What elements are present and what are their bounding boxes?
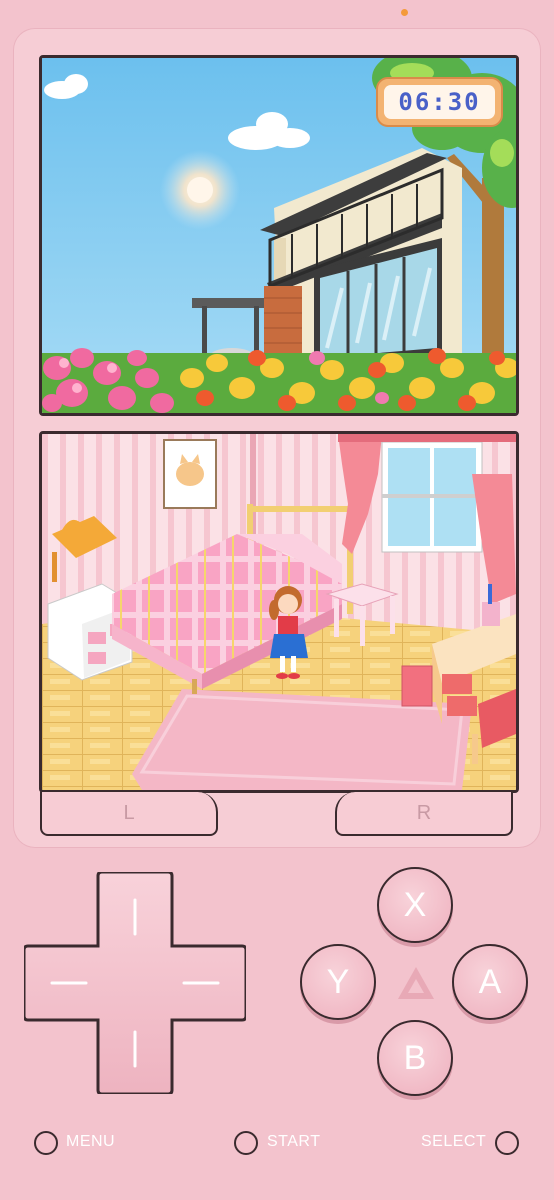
delta-logo-icon: [398, 967, 434, 999]
l-shoulder-label: L: [123, 801, 135, 824]
a-button-label: A: [478, 962, 502, 1001]
clock-time: 06:30: [384, 85, 495, 119]
dpad[interactable]: [24, 872, 246, 1094]
game-clock: 06:30: [376, 77, 503, 127]
menu-button[interactable]: [34, 1131, 58, 1155]
l-shoulder-button[interactable]: L: [40, 792, 218, 836]
menu-label: MENU: [66, 1133, 116, 1150]
bottom-game-screen[interactable]: [39, 431, 519, 793]
start-label: START: [267, 1133, 321, 1150]
select-button[interactable]: [495, 1131, 519, 1155]
bedroom-scene: [42, 434, 516, 790]
select-label: SELECT: [421, 1133, 487, 1150]
status-indicator-dot: [401, 9, 408, 16]
b-button-label: B: [403, 1038, 427, 1077]
start-button[interactable]: [234, 1131, 258, 1155]
r-shoulder-label: R: [416, 801, 432, 824]
b-button[interactable]: B: [377, 1020, 453, 1096]
a-button[interactable]: A: [452, 944, 528, 1020]
y-button[interactable]: Y: [300, 944, 376, 1020]
x-button-label: X: [403, 885, 427, 924]
y-button-label: Y: [326, 962, 350, 1001]
x-button[interactable]: X: [377, 867, 453, 943]
r-shoulder-button[interactable]: R: [335, 792, 513, 836]
